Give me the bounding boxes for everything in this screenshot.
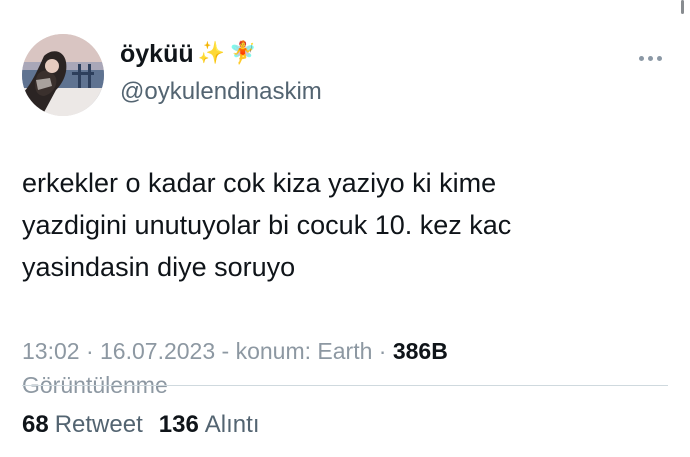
tweet-stats: 68 Retweet 136 Alıntı (22, 408, 260, 442)
retweets-label: Retweet (54, 411, 143, 438)
author-handle[interactable]: @oykulendinaskim (120, 76, 322, 108)
quotes-stat[interactable]: 136 Alıntı (159, 408, 260, 442)
more-options-button[interactable] (632, 46, 668, 70)
tweet-location: konum: Earth (235, 338, 373, 364)
more-horizontal-icon (638, 55, 644, 61)
tweet-header: öyküü ✨ 🧚 @oykulendinaskim (22, 34, 668, 118)
tweet-metadata: 13:02 · 16.07.2023 - konum: Earth · 386B… (22, 338, 448, 398)
avatar-photo (22, 34, 104, 116)
display-name-text: öyküü (120, 40, 194, 68)
retweets-stat[interactable]: 68 Retweet (22, 408, 143, 442)
avatar[interactable] (22, 34, 104, 116)
tweet-text-line: yasindasin diye soruyo (22, 252, 296, 282)
tweet-date[interactable]: 16.07.2023 (100, 338, 215, 364)
fairy-icon: 🧚 (229, 41, 257, 66)
quotes-count: 136 (158, 411, 199, 438)
scrollbar[interactable] (681, 0, 684, 14)
tweet-text-line: yazdigini unutuyolar bi cocuk 10. kez ka… (22, 210, 512, 240)
author-display-name[interactable]: öyküü ✨ 🧚 (120, 38, 322, 70)
retweets-count: 68 (22, 411, 49, 438)
tweet-text: erkekler o kadar cok kiza yaziyo ki kime… (22, 162, 652, 288)
sparkles-icon: ✨ (197, 41, 226, 66)
tweet-text-line: erkekler o kadar cok kiza yaziyo ki kime (22, 168, 497, 198)
tweet-time[interactable]: 13:02 (22, 338, 80, 364)
divider (22, 385, 668, 386)
author-names: öyküü ✨ 🧚 @oykulendinaskim (120, 38, 322, 108)
views-count: 386B (392, 338, 448, 364)
quotes-label: Alıntı (204, 411, 260, 438)
